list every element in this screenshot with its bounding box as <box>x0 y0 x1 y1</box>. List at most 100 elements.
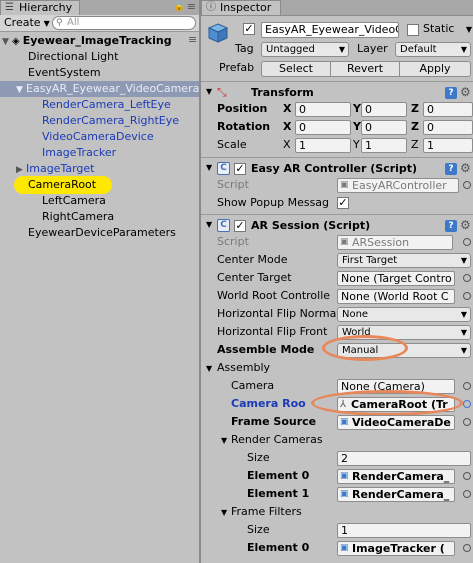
tag-dropdown[interactable]: Untagged ▼ <box>261 42 349 57</box>
hierarchy-panel: ☰ Hierarchy 🔒 ≡ Create ▼ ⚲ All ▼ ◈ Eyewear_… <box>0 0 199 563</box>
tab-hierarchy[interactable]: ☰ Hierarchy <box>0 0 80 15</box>
hierarchy-toolbar: Create ▼ ⚲ All <box>0 15 199 32</box>
scale-x-field[interactable]: 1 <box>295 138 351 153</box>
tag-value: Untagged <box>266 44 315 55</box>
tree-item[interactable]: ImageTracker <box>42 145 116 161</box>
rotation-x-field[interactable]: 0 <box>295 120 351 135</box>
collapse-arrow-icon[interactable]: ▼ <box>206 364 212 373</box>
rotation-label: Rotation <box>217 120 271 133</box>
object-picker-icon[interactable] <box>463 418 471 426</box>
tree-item[interactable]: LeftCamera <box>42 193 106 209</box>
collapse-arrow-icon[interactable]: ▼ <box>221 436 227 445</box>
prefab-revert-button[interactable]: Revert <box>330 61 400 77</box>
component-enabled-checkbox[interactable]: ✓ <box>234 163 246 175</box>
tree-item[interactable]: EyewearDeviceParameters <box>28 225 176 241</box>
show-popup-checkbox[interactable]: ✓ <box>337 197 349 209</box>
rc-element0-field[interactable]: ▣ RenderCamera_ <box>337 469 455 484</box>
object-picker-icon[interactable] <box>463 400 471 408</box>
rotation-y-field[interactable]: 0 <box>361 120 407 135</box>
tab-inspector[interactable]: ⓘ Inspector <box>201 0 281 15</box>
rc-size-field[interactable]: 2 <box>337 451 471 466</box>
help-icon[interactable]: ? <box>445 220 457 232</box>
position-z-field[interactable]: 0 <box>423 102 473 117</box>
collapse-arrow-icon[interactable]: ▼ <box>221 508 227 517</box>
position-x-field[interactable]: 0 <box>295 102 351 117</box>
tree-item[interactable]: RenderCamera_LeftEye <box>42 97 171 113</box>
script-file-icon: ▣ <box>340 489 349 499</box>
static-checkbox[interactable] <box>407 24 419 36</box>
script-file-icon: ▣ <box>340 180 349 190</box>
object-picker-icon[interactable] <box>463 490 471 498</box>
tree-item-image-target[interactable]: ▶ ImageTarget <box>16 161 94 177</box>
create-button[interactable]: Create ▼ <box>4 16 54 30</box>
object-picker-icon[interactable] <box>463 181 471 189</box>
prefab-select-button[interactable]: Select <box>261 61 331 77</box>
prefab-apply-button[interactable]: Apply <box>399 61 471 77</box>
active-checkbox[interactable]: ✓ <box>243 23 255 35</box>
tree-item[interactable]: RightCamera <box>42 209 114 225</box>
expand-arrow-icon[interactable]: ▼ <box>16 82 26 98</box>
help-icon[interactable]: ? <box>445 87 457 99</box>
object-picker-icon[interactable] <box>463 238 471 246</box>
tree-item-camera-root[interactable]: CameraRoot <box>28 177 96 193</box>
rc-element1-field[interactable]: ▣ RenderCamera_ <box>337 487 455 502</box>
object-picker-icon[interactable] <box>463 292 471 300</box>
component-enabled-checkbox[interactable]: ✓ <box>234 220 246 232</box>
object-picker-icon[interactable] <box>463 472 471 480</box>
tree-item-selected[interactable]: ▼ EasyAR_Eyewear_VideoCamera <box>16 81 199 97</box>
search-placeholder: All <box>67 17 80 28</box>
hflip-normal-dropdown[interactable]: None ▼ <box>337 307 471 322</box>
rotation-z-field[interactable]: 0 <box>423 120 473 135</box>
tree-item[interactable]: RenderCamera_RightEye <box>42 113 179 129</box>
scale-z-field[interactable]: 1 <box>423 138 473 153</box>
chevron-down-icon: ▼ <box>460 310 467 319</box>
axis-x-label: X <box>283 138 291 151</box>
layer-dropdown[interactable]: Default ▼ <box>395 42 471 57</box>
tree-item[interactable]: VideoCameraDevice <box>42 129 154 145</box>
object-picker-icon[interactable] <box>463 274 471 282</box>
help-icon[interactable]: ? <box>445 163 457 175</box>
tree-item[interactable]: EventSystem <box>28 65 101 81</box>
world-root-field[interactable]: None (World Root C <box>337 289 455 304</box>
scene-name: Eyewear_ImageTracking <box>22 34 172 47</box>
easyar-controller-header[interactable]: ▼ C ✓ Easy AR Controller (Script) ? ⚙ <box>201 160 473 178</box>
gear-icon[interactable]: ⚙ <box>460 162 471 174</box>
scene-menu-icon[interactable]: ≡ <box>188 33 197 46</box>
transform-title: Transform <box>251 86 314 99</box>
menu-icon[interactable]: ≡ <box>187 0 196 13</box>
gear-icon[interactable]: ⚙ <box>460 219 471 231</box>
chevron-down-icon: ▼ <box>460 346 467 355</box>
render-cameras-label: Render Cameras <box>231 433 323 446</box>
center-mode-dropdown[interactable]: First Target ▼ <box>337 253 471 268</box>
ff-element0-field[interactable]: ▣ ImageTracker ( <box>337 541 455 556</box>
chevron-down-icon: ▼ <box>460 256 467 265</box>
center-target-field[interactable]: None (Target Contro <box>337 271 455 286</box>
static-dropdown[interactable]: ▼ <box>463 23 473 38</box>
tree-item[interactable]: Directional Light <box>28 49 118 65</box>
axis-z-label: Z <box>411 138 419 151</box>
frame-source-value: VideoCameraDe <box>352 416 451 429</box>
hflip-normal-value: None <box>342 309 369 320</box>
hierarchy-search-input[interactable]: ⚲ All <box>52 16 196 30</box>
object-picker-icon[interactable] <box>463 382 471 390</box>
gear-icon[interactable]: ⚙ <box>460 86 471 98</box>
collapse-arrow-icon[interactable]: ▼ <box>206 220 212 229</box>
collapse-arrow-icon[interactable]: ▼ <box>206 163 212 172</box>
transform-icon: ⤡ <box>217 85 227 99</box>
ar-session-header[interactable]: ▼ C ✓ AR Session (Script) ? ⚙ <box>201 217 473 235</box>
transform-header[interactable]: ▼ ⤡ Transform ? ⚙ <box>201 84 473 102</box>
unity-scene-icon: ◈ <box>12 36 20 47</box>
hierarchy-tabbar: ☰ Hierarchy 🔒 ≡ <box>0 0 199 16</box>
ff-size-field[interactable]: 1 <box>337 523 471 538</box>
object-name-field[interactable]: EasyAR_Eyewear_VideoCamera <box>261 22 399 38</box>
collapse-arrow-icon[interactable]: ▼ <box>206 87 212 96</box>
scene-row[interactable]: ▼ ◈ Eyewear_ImageTracking <box>2 33 172 49</box>
divider <box>201 157 473 158</box>
expand-arrow-icon[interactable]: ▼ <box>2 34 12 50</box>
object-picker-icon[interactable] <box>463 544 471 552</box>
scale-y-field[interactable]: 1 <box>361 138 407 153</box>
lock-icon[interactable]: 🔒 <box>174 2 185 12</box>
frame-source-field[interactable]: ▣ VideoCameraDe <box>337 415 455 430</box>
position-y-field[interactable]: 0 <box>361 102 407 117</box>
create-label: Create <box>4 16 41 29</box>
